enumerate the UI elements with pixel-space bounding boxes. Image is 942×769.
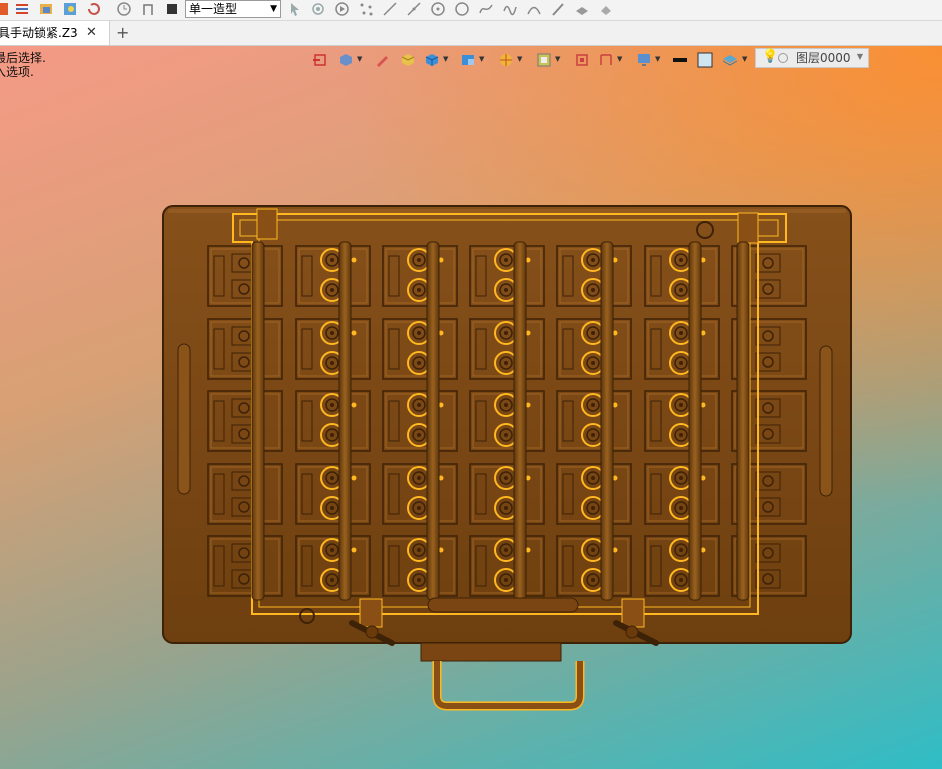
mode-select[interactable]: 单一造型 ▼: [185, 0, 281, 18]
add-tab-button[interactable]: +: [116, 21, 129, 45]
tab-document[interactable]: 模具手动锁紧.Z3 ✕: [0, 21, 110, 45]
mode-select-value: 单一造型: [189, 2, 238, 16]
file-icon[interactable]: [0, 1, 12, 17]
rail: [251, 241, 265, 601]
rail: [688, 241, 702, 601]
rail: [426, 241, 440, 601]
square-icon[interactable]: [164, 1, 180, 17]
rail: [338, 241, 352, 601]
eraser-icon[interactable]: [598, 1, 614, 17]
chevron-down-icon: ▼: [270, 4, 277, 14]
mold-model[interactable]: [0, 46, 942, 769]
right-side-handle: [819, 345, 833, 497]
wave-icon[interactable]: [502, 1, 518, 17]
pen-icon[interactable]: [550, 1, 566, 17]
rail: [513, 241, 527, 601]
list-icon[interactable]: [14, 1, 30, 17]
point-icon[interactable]: [358, 1, 374, 17]
tab-document-title: 模具手动锁紧.Z3: [0, 26, 78, 40]
line2-icon[interactable]: [406, 1, 422, 17]
arc-icon[interactable]: [526, 1, 542, 17]
spline-icon[interactable]: [478, 1, 494, 17]
image-icon[interactable]: [62, 1, 78, 17]
open-icon[interactable]: [38, 1, 54, 17]
left-side-handle: [177, 343, 191, 495]
curve-tool-icon[interactable]: [140, 1, 156, 17]
viewport-3d[interactable]: 最后选择. 入选项. ▼ ▼ ▼ ▼ ▼ ▼ ▼ ▼ 💡 图层0000 ▼: [0, 46, 942, 769]
rotate-icon[interactable]: [116, 1, 132, 17]
pointer-icon[interactable]: [287, 1, 303, 17]
main-toolbar: 单一造型 ▼: [0, 0, 942, 21]
tab-bar: 模具手动锁紧.Z3 ✕ +: [0, 21, 942, 46]
rail: [736, 241, 750, 601]
bottom-bar: [427, 597, 579, 613]
history-icon[interactable]: [86, 1, 102, 17]
snap-icon[interactable]: [310, 1, 326, 17]
brush-icon[interactable]: [574, 1, 590, 17]
line-icon[interactable]: [382, 1, 398, 17]
circle-center-icon[interactable]: [430, 1, 446, 17]
rail: [600, 241, 614, 601]
close-icon[interactable]: ✕: [86, 21, 97, 45]
circle-icon[interactable]: [454, 1, 470, 17]
carry-handle[interactable]: [420, 642, 585, 711]
play-icon[interactable]: [334, 1, 350, 17]
